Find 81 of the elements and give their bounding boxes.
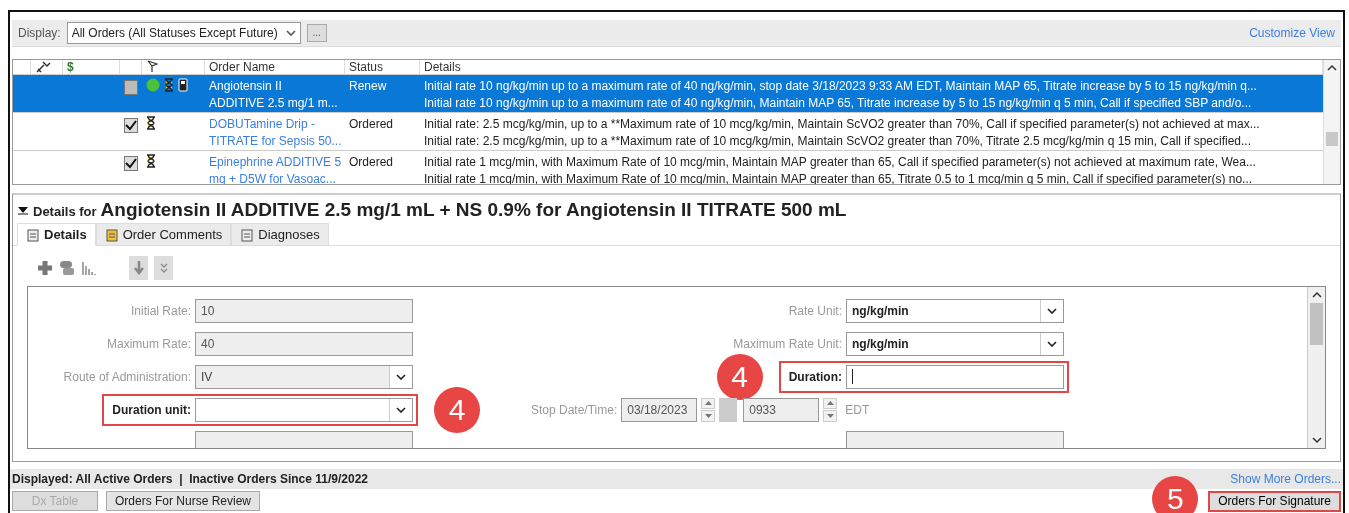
calendar-button[interactable]	[719, 397, 738, 422]
hourglass-icon	[146, 153, 156, 168]
column-header[interactable]: Details	[424, 59, 461, 74]
display-dropdown[interactable]: All Orders (All Statuses Except Future)	[66, 21, 301, 44]
customize-view-link[interactable]: Customize View	[1249, 25, 1335, 40]
chevron-down-icon	[396, 406, 406, 413]
hourglass-icon	[146, 115, 156, 130]
text-field[interactable]	[846, 364, 1064, 389]
footer-button[interactable]: Orders For Nurse Review	[106, 491, 261, 511]
move-down-button[interactable]	[129, 256, 148, 280]
order-status: Ordered	[348, 115, 395, 133]
scroll-thumb[interactable]	[1310, 303, 1323, 345]
checkbox[interactable]	[124, 155, 138, 171]
circle-icon	[146, 77, 160, 92]
display-label: Display:	[18, 25, 61, 40]
collapse-icon[interactable]	[17, 205, 29, 215]
up-arrow-icon	[826, 401, 834, 406]
field-label: Maximum Rate Unit:	[733, 336, 842, 351]
field-label: Duration unit:	[112, 402, 191, 417]
scrollbar[interactable]	[1307, 287, 1325, 448]
checkbox[interactable]	[124, 79, 138, 95]
orders-for-signature-button[interactable]: Orders For Signature	[1208, 490, 1341, 512]
double-chevron-icon	[158, 262, 169, 274]
text-field[interactable]	[195, 430, 413, 448]
scrollbar[interactable]	[1323, 59, 1340, 184]
checkbox[interactable]	[124, 117, 138, 133]
wrench-icon	[35, 59, 51, 74]
column-header: $	[67, 59, 74, 74]
text-field[interactable]	[846, 430, 1064, 448]
step-badge: 4	[716, 353, 763, 400]
order-details: Initial rate: 2.5 mcg/kg/min, up to a **Maximum rate of 10 mcg/kg/min, Maintain ScVO2 greater than 70%, Call if specified parameter(s) not achieved at max... Initial rate: 2.5 mcg/kg/min, up to a **Maximum rate of 10 mcg/kg/min, Maintain ScVO2 greater than 70%, Titrate 2.5 mcg/kg/min q 15 min, Call if specified...	[423, 115, 1261, 150]
plus-icon[interactable]	[37, 260, 53, 276]
document-icon	[178, 77, 188, 92]
scroll-down-icon[interactable]	[1311, 436, 1322, 444]
collapse-all-button[interactable]	[154, 256, 173, 280]
scroll-up-icon[interactable]	[1327, 63, 1337, 72]
bar-chart-icon[interactable]	[81, 260, 97, 276]
order-details: Initial rate 10 ng/kg/min up to a maximum rate of 40 ng/kg/min, stop date 3/18/2023 9:33 AM EDT, Maintain MAP 65, Titrate increase by 5 to 15 ng/kg/min q... Initial rate 10 ng/kg/min up to a maximum rate of 40 ng/kg/min, Maintain MAP 65, Titrate increase by 5 to 15 ng/kg/min q 5 min, Call if specified SBP and/o...	[423, 77, 1258, 112]
dropdown-field[interactable]: ng/kg/min	[846, 298, 1064, 323]
down-arrow-icon	[133, 261, 144, 275]
chevron-down-icon	[1047, 340, 1057, 347]
dropdown-field[interactable]: ng/kg/min	[846, 331, 1064, 356]
order-status: Renew	[348, 77, 388, 95]
display-status: Displayed: All Active Orders | Inactive Orders Since 11/9/2022	[12, 472, 368, 486]
down-arrow-icon	[704, 413, 712, 418]
time-zone: EDT	[845, 402, 870, 417]
document-icon	[240, 227, 255, 242]
field-label: Stop Date/Time:	[531, 402, 618, 417]
order-title: Angiotensin II ADDITIVE 2.5 mg/1 mL + NS 0.9% for Angiotensin II TITRATE 500 mL	[100, 199, 847, 221]
spinner-control[interactable]	[701, 397, 716, 422]
pill-icon[interactable]	[59, 260, 75, 276]
field-label: Rate Unit:	[788, 303, 842, 318]
details-label: Details for	[33, 204, 97, 219]
tab[interactable]: Order Comments	[95, 223, 232, 246]
tab[interactable]: Diagnoses	[231, 223, 329, 246]
step-badge: 4	[434, 386, 480, 433]
order-status: Ordered	[348, 153, 395, 171]
chevron-down-icon	[1047, 307, 1057, 314]
field-label: Maximum Rate:	[106, 336, 191, 351]
more-button[interactable]: ...	[306, 23, 327, 42]
order-name[interactable]: DOBUTamine Drip - TITRATE for Sepsis 50...	[205, 112, 345, 150]
up-arrow-icon	[704, 401, 712, 406]
field-label: Initial Rate:	[130, 303, 191, 318]
document-icon	[104, 227, 119, 242]
field-label: Duration:	[788, 369, 842, 384]
order-name[interactable]: Angiotensin II ADDITIVE 2.5 mg/1 m...	[205, 74, 345, 112]
text-cursor	[852, 369, 853, 384]
column-header[interactable]: Status	[349, 59, 384, 74]
hourglass-icon	[164, 77, 174, 92]
chevron-down-icon	[285, 29, 296, 36]
tab[interactable]: Details	[17, 223, 96, 246]
spinner-control[interactable]	[823, 397, 838, 422]
field-label: Route of Administration:	[63, 369, 191, 384]
document-icon	[26, 227, 40, 242]
down-arrow-icon	[826, 413, 834, 418]
scroll-thumb[interactable]	[1326, 132, 1338, 146]
chevron-down-icon	[396, 373, 406, 380]
flag-icon	[146, 60, 158, 74]
scroll-up-icon[interactable]	[1311, 291, 1322, 299]
dropdown-field[interactable]	[195, 397, 413, 422]
column-header[interactable]: Order Name	[209, 59, 276, 74]
